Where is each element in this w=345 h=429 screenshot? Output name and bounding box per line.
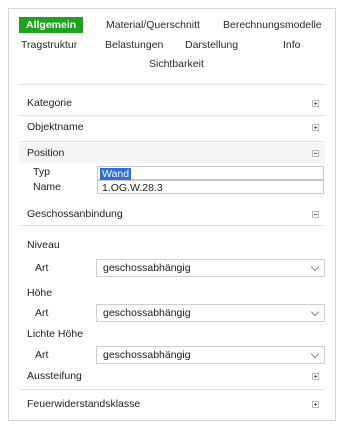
section-feuerwiderstandsklasse[interactable]: Feuerwiderstandsklasse <box>19 394 325 414</box>
hoehe-art-label: Art <box>35 307 49 319</box>
properties-panel: Allgemein Material/Querschnitt Berechnun… <box>8 8 336 421</box>
name-label: Name <box>33 181 62 193</box>
section-feuerwiderstandsklasse-title: Feuerwiderstandsklasse <box>27 398 141 410</box>
niveau-label: Niveau <box>27 239 60 251</box>
niveau-art-label: Art <box>35 262 49 274</box>
tab-material-querschnitt[interactable]: Material/Querschnitt <box>106 18 200 32</box>
typ-value: Wand <box>100 168 132 180</box>
section-geschossanbindung[interactable]: Geschossanbindung <box>19 204 325 224</box>
tab-belastungen[interactable]: Belastungen <box>105 38 163 52</box>
tab-tragstruktur[interactable]: Tragstruktur <box>21 38 77 52</box>
section-aussteifung-title: Aussteifung <box>27 370 82 382</box>
lichte-art-select[interactable]: geschossabhängig <box>96 346 325 364</box>
tab-darstellung[interactable]: Darstellung <box>185 38 238 52</box>
hoehe-art-select[interactable]: geschossabhängig <box>96 304 325 322</box>
tab-allgemein[interactable]: Allgemein <box>19 17 84 33</box>
lichte-art-value: geschossabhängig <box>103 349 191 361</box>
typ-label: Typ <box>33 166 50 178</box>
collapse-icon[interactable] <box>312 211 319 218</box>
lichte-hoehe-label: Lichte Höhe <box>27 328 84 340</box>
expand-icon[interactable] <box>312 124 319 131</box>
tab-info[interactable]: Info <box>283 38 301 52</box>
section-geschossanbindung-title: Geschossanbindung <box>27 208 123 220</box>
divider <box>19 141 325 142</box>
section-position[interactable]: Position <box>19 143 325 163</box>
section-objektname-title: Objektname <box>27 121 84 133</box>
expand-icon[interactable] <box>312 373 319 380</box>
section-kategorie-title: Kategorie <box>27 97 72 109</box>
expand-icon[interactable] <box>312 401 319 408</box>
chevron-down-icon <box>310 350 319 359</box>
chevron-down-icon <box>310 308 319 317</box>
tab-bar: Allgemein Material/Querschnitt Berechnun… <box>9 9 335 85</box>
tab-sichtbarkeit[interactable]: Sichtbarkeit <box>149 57 204 71</box>
expand-icon[interactable] <box>312 100 319 107</box>
divider <box>19 389 325 390</box>
tab-berechnungsmodelle[interactable]: Berechnungsmodelle <box>223 18 322 32</box>
hoehe-label: Höhe <box>27 287 53 299</box>
niveau-art-select[interactable]: geschossabhängig <box>96 259 325 277</box>
hoehe-art-value: geschossabhängig <box>103 307 191 319</box>
typ-field[interactable]: Wand <box>97 166 324 180</box>
niveau-art-value: geschossabhängig <box>103 262 191 274</box>
section-objektname[interactable]: Objektname <box>19 117 325 137</box>
section-position-title: Position <box>27 147 65 159</box>
divider <box>19 84 325 85</box>
section-aussteifung[interactable]: Aussteifung <box>19 366 325 386</box>
section-kategorie[interactable]: Kategorie <box>19 93 325 113</box>
chevron-down-icon <box>310 263 319 272</box>
divider <box>19 225 325 226</box>
lichte-art-label: Art <box>35 349 49 361</box>
name-value: 1.OG.W.28.3 <box>102 182 163 194</box>
name-field[interactable]: 1.OG.W.28.3 <box>97 180 324 194</box>
divider <box>19 115 325 116</box>
collapse-icon[interactable] <box>312 150 319 157</box>
